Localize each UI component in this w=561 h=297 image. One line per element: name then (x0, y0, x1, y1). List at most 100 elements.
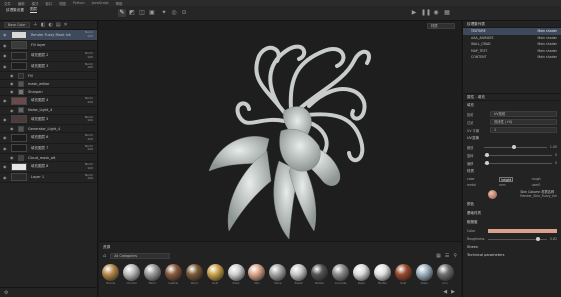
visibility-icon[interactable]: ◉ (3, 135, 8, 140)
visibility-icon[interactable]: ◉ (3, 164, 8, 169)
layer-blend[interactable]: Norm 100 (85, 30, 93, 39)
add-layer-icon[interactable]: ＋ (33, 22, 38, 28)
scale-value[interactable]: 1.00 (550, 145, 557, 149)
layer-row[interactable]: ◉ 填充图层 2 Norm 100 (0, 51, 97, 62)
layer-settings-icon[interactable]: ⚙ (4, 290, 8, 296)
add-fill-icon[interactable]: ◧ (41, 22, 46, 28)
list-view-icon[interactable]: ☰ (445, 253, 449, 259)
layer-row[interactable]: ◉ 填充图层 3 Norm 100 (0, 62, 97, 72)
picker-tool-icon[interactable]: ⊙ (180, 9, 188, 17)
material-thumbnail[interactable]: Iron (435, 264, 455, 285)
play-icon[interactable]: ▶ (410, 9, 418, 17)
material-thumbnail[interactable]: Leather (164, 264, 184, 285)
offset-value[interactable]: 0 (555, 161, 557, 165)
material-thumbnail[interactable]: Stone (268, 264, 288, 285)
visibility-icon[interactable]: ◉ (3, 146, 8, 151)
material-thumbnail[interactable]: Gold (205, 264, 225, 285)
layer-effect-row[interactable]: ◉ Fill (0, 72, 97, 80)
category-select[interactable]: All Categories (110, 253, 171, 259)
offset-slider[interactable] (484, 160, 552, 165)
material-thumbnail[interactable]: Chrome (122, 264, 142, 285)
layer-effect-row[interactable]: ◉ Generator_Light_4 (0, 125, 97, 133)
layer-row[interactable]: ◉ Fill layer (0, 41, 97, 51)
material-thumbnail[interactable]: Plastic (289, 264, 309, 285)
delete-layer-icon[interactable]: ✕ (64, 22, 68, 28)
roughness-slider[interactable] (488, 236, 547, 241)
tab-layers[interactable]: 图层 (29, 7, 38, 13)
layer-row[interactable]: ◉ Render Fuzzy Mask Ink Norm 100 (0, 30, 97, 41)
roughness-value[interactable]: 0.82 (550, 237, 557, 241)
visibility-icon[interactable]: ◉ (10, 108, 15, 113)
layer-blend[interactable]: Norm 100 (85, 173, 93, 182)
material-thumbnail[interactable]: Paper (352, 264, 372, 285)
eraser-tool-icon[interactable]: ◩ (128, 9, 136, 17)
material-thumbnail[interactable]: Fabric (143, 264, 163, 285)
add-mask-icon[interactable]: ◐ (48, 22, 52, 28)
texture-set-row[interactable]: CONTENT Main shader (463, 54, 561, 61)
menu-item[interactable]: 窗口 (45, 1, 52, 6)
visibility-icon[interactable]: ◉ (3, 32, 8, 37)
layer-row[interactable]: ◉ 填充图层 8 Norm 100 (0, 162, 97, 173)
layer-blend[interactable]: Norm 100 (85, 133, 93, 142)
filter-select[interactable]: 双线性 | HQ (490, 119, 557, 125)
color-section[interactable]: 颜色 (463, 200, 561, 209)
rotation-slider[interactable] (484, 152, 552, 157)
layer-row[interactable]: ◉ 填充图层 4 Norm 100 (0, 96, 97, 107)
color-swatch[interactable] (488, 229, 557, 233)
visibility-icon[interactable]: ◉ (3, 43, 8, 48)
home-icon[interactable]: ⌂ (103, 253, 106, 259)
material-thumbnail[interactable]: Skin (247, 264, 267, 285)
material-thumbnail[interactable]: Glass (414, 264, 434, 285)
tiling-input[interactable]: 1 (490, 127, 557, 133)
layer-row[interactable]: ◉ 填充图层 6 Norm 100 (0, 133, 97, 144)
grid-view-icon[interactable]: ▦ (436, 253, 441, 259)
material-thumbnail[interactable]: Silver (226, 264, 246, 285)
projection-tool-icon[interactable]: ◫ (138, 9, 146, 17)
layer-row[interactable]: ◉ 填充图层 5 Norm 100 (0, 115, 97, 125)
material-thumbnail[interactable]: Concrete (331, 264, 351, 285)
material-picker[interactable]: Skin Column 材质名称 Render_Skin_Fuzzy_Ink (463, 188, 561, 200)
visibility-icon[interactable]: ◉ (10, 89, 15, 94)
channel-toggle[interactable]: user0 (532, 182, 541, 188)
clone-tool-icon[interactable]: ◎ (170, 9, 178, 17)
pause-icon[interactable]: ❚❚ (421, 9, 431, 17)
visibility-icon[interactable]: ◉ (3, 98, 8, 103)
base-material-section[interactable]: 基础材质 (463, 209, 561, 218)
layer-blend[interactable]: Norm 100 (85, 115, 93, 124)
layer-blend[interactable]: Norm 100 (85, 144, 93, 153)
3d-viewport[interactable]: 材质 (99, 21, 461, 241)
material-thumbnail[interactable]: Rubber (310, 264, 330, 285)
visibility-icon[interactable]: ◉ (10, 155, 15, 160)
channel-toggle[interactable]: nrm (499, 182, 505, 188)
menu-item[interactable]: JavaScript (92, 1, 109, 5)
material-thumbnail[interactable]: Rust (393, 264, 413, 285)
visibility-icon[interactable]: ◉ (3, 175, 8, 180)
texture-set-shader[interactable]: Main shader (537, 54, 557, 61)
visibility-icon[interactable]: ◉ (10, 126, 15, 131)
sheen-section[interactable]: Sheen (463, 243, 561, 251)
visibility-icon[interactable]: ◉ (3, 53, 8, 58)
scale-slider[interactable] (484, 144, 547, 149)
layer-effect-row[interactable]: ◉ Sharpen (0, 88, 97, 96)
layer-blend[interactable]: Norm 100 (85, 51, 93, 60)
visibility-icon[interactable]: ◉ (3, 117, 8, 122)
layer-blend[interactable]: Norm 100 (85, 96, 93, 105)
technical-section[interactable]: Technical parameters (463, 251, 561, 259)
smudge-tool-icon[interactable]: ✦ (160, 9, 168, 17)
layer-effect-row[interactable]: ◉ Cloud_mask_alt (0, 154, 97, 162)
polygon-fill-icon[interactable]: ▣ (148, 9, 156, 17)
next-page-icon[interactable]: ▶ (451, 289, 455, 295)
visibility-icon[interactable]: ◉ (10, 81, 15, 86)
layer-blend[interactable]: Norm 100 (85, 162, 93, 171)
material-thumbnail[interactable]: Marble (373, 264, 393, 285)
prev-page-icon[interactable]: ◀ (443, 289, 447, 295)
visibility-icon[interactable]: ◉ (10, 73, 15, 78)
layer-blend[interactable]: Norm 100 (85, 62, 93, 71)
menu-item[interactable]: 文件 (4, 1, 11, 6)
channel-select[interactable]: Base Color (4, 22, 30, 28)
layer-effect-row[interactable]: ◉ Noise_Light_4 (0, 107, 97, 115)
menu-item[interactable]: 模式 (32, 1, 39, 6)
screenshot-icon[interactable]: ▦ (443, 9, 451, 17)
rotation-value[interactable]: 0 (555, 153, 557, 157)
channel-toggle[interactable]: metal (467, 182, 476, 188)
